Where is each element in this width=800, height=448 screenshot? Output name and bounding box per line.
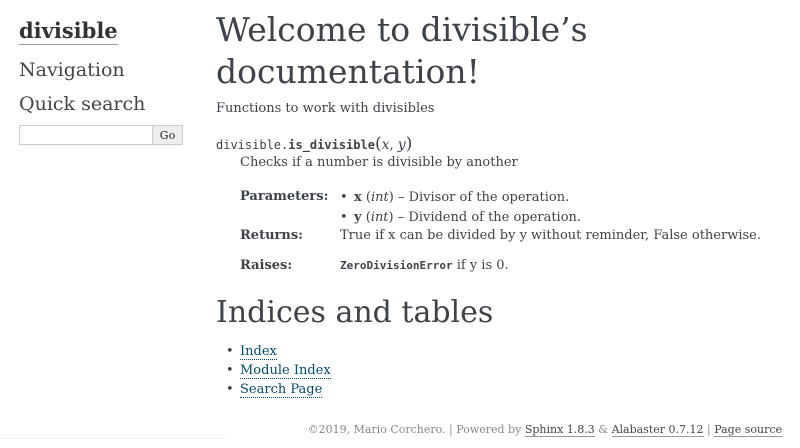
- raises-exception: ZeroDivisionError: [340, 259, 453, 272]
- alabaster-link[interactable]: Alabaster 0.7.12: [611, 423, 704, 437]
- footer: ©2019, Mario Corchero. | Powered by Sphi…: [307, 423, 782, 437]
- parameter-name: x: [354, 190, 362, 205]
- parameter-type: int: [370, 190, 389, 205]
- parameters-label: Parameters:: [240, 189, 329, 204]
- divider: [0, 438, 226, 439]
- raises-label: Raises:: [240, 258, 293, 273]
- bullet-icon: •: [226, 382, 234, 397]
- parameters-list: • x (int) – Divisor of the operation. • y …: [340, 188, 581, 228]
- search-page-link[interactable]: Search Page: [240, 382, 323, 398]
- list-item: • Module Index: [226, 361, 331, 380]
- page-source-link[interactable]: Page source: [714, 423, 782, 437]
- search-input[interactable]: [19, 125, 153, 145]
- signature-open-paren: (: [374, 134, 382, 154]
- parameter-type: int: [370, 210, 389, 225]
- signature-separator: ,: [389, 138, 398, 153]
- returns-label: Returns:: [240, 228, 303, 243]
- module-index-link[interactable]: Module Index: [240, 363, 331, 379]
- signature-function-name: is_divisible: [288, 138, 375, 152]
- raises-condition: if y is 0.: [452, 258, 509, 273]
- indices-list: • Index • Module Index • Search Page: [226, 342, 331, 399]
- parameter-item: • y (int) – Dividend of the operation.: [340, 208, 581, 228]
- bullet-icon: •: [340, 210, 348, 225]
- documentation-page: divisible Navigation Quick search Go Wel…: [0, 0, 800, 448]
- bullet-icon: •: [226, 363, 234, 378]
- parameter-item: • x (int) – Divisor of the operation.: [340, 188, 581, 208]
- list-item: • Search Page: [226, 380, 331, 399]
- bullet-icon: •: [340, 190, 348, 205]
- signature-close-paren: ): [405, 134, 413, 154]
- list-item: • Index: [226, 342, 331, 361]
- search-go-button[interactable]: Go: [153, 125, 183, 145]
- page-title: Welcome to divisible’s documentation!: [216, 10, 588, 91]
- function-signature: divisible.is_divisible(x, y): [216, 134, 412, 156]
- sphinx-link[interactable]: Sphinx 1.8.3: [524, 423, 595, 437]
- signature-arg-x: x: [381, 137, 390, 153]
- index-link[interactable]: Index: [240, 344, 277, 360]
- footer-copyright: ©2019, Mario Corchero. | Powered by: [307, 423, 525, 436]
- parameter-desc: – Divisor of the operation.: [393, 190, 570, 205]
- indices-heading: Indices and tables: [216, 295, 494, 330]
- signature-module: divisible.: [216, 138, 289, 152]
- search-form: Go: [19, 125, 183, 145]
- intro-text: Functions to work with divisibles: [216, 101, 435, 116]
- project-logo-link[interactable]: divisible: [19, 19, 118, 45]
- quick-search-heading: Quick search: [19, 93, 146, 115]
- raises-text: ZeroDivisionError if y is 0.: [340, 257, 509, 274]
- function-description: Checks if a number is divisible by anoth…: [240, 155, 518, 170]
- parameter-desc: – Dividend of the operation.: [393, 210, 582, 225]
- navigation-heading: Navigation: [19, 59, 125, 81]
- parameter-name: y: [354, 210, 362, 225]
- bullet-icon: •: [226, 344, 234, 359]
- footer-separator: |: [703, 423, 715, 436]
- footer-ampersand: &: [594, 423, 612, 436]
- signature-arg-y: y: [397, 137, 406, 153]
- returns-text: True if x can be divided by y without re…: [340, 228, 761, 243]
